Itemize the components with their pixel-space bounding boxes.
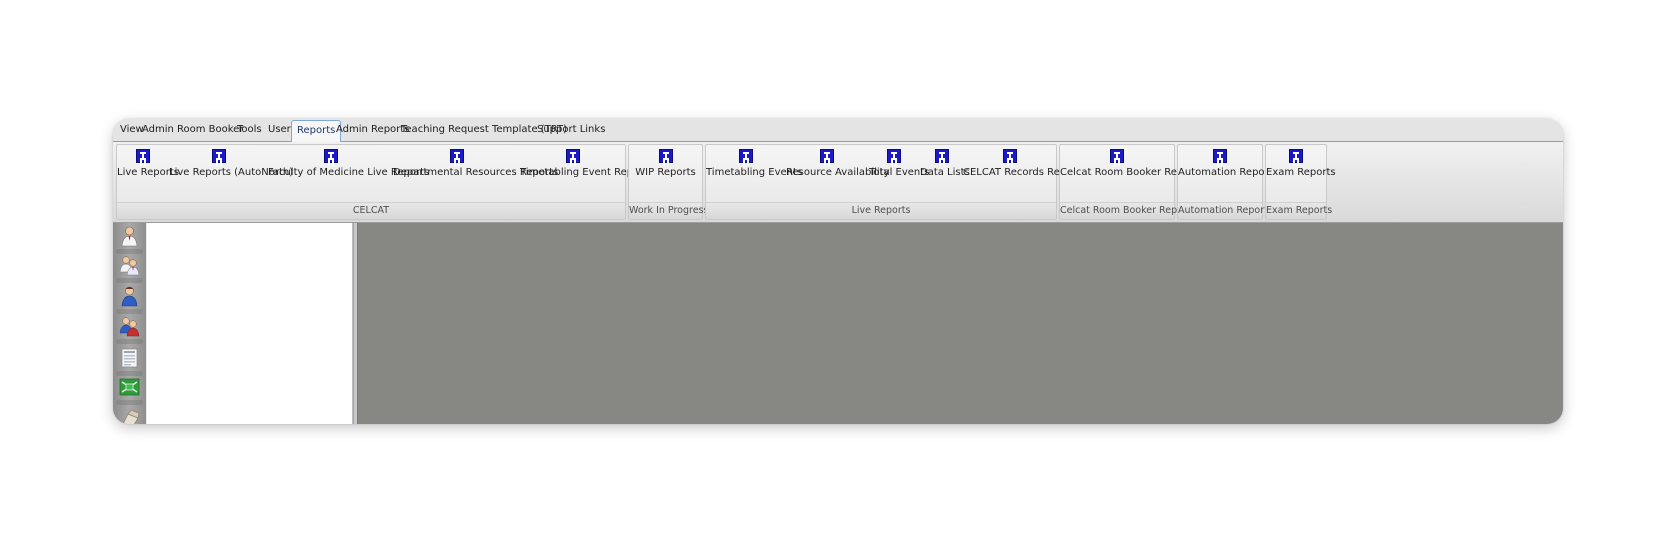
- navigation-tree-panel[interactable]: [147, 223, 353, 424]
- button-label: Exam Reports: [1266, 167, 1336, 178]
- ribbon: Live Reports Live Reports (AutoNorth) Fa…: [113, 142, 1563, 223]
- ribbon-group-label: Celcat Room Booker Reports: [1060, 202, 1196, 219]
- report-icon: [739, 149, 753, 163]
- student-group-icon[interactable]: [119, 315, 140, 337]
- staff-icon[interactable]: [119, 225, 140, 247]
- report-icon: [1003, 149, 1017, 163]
- ribbon-group-celcat: Live Reports Live Reports (AutoNorth) Fa…: [116, 144, 653, 220]
- report-icon: [1213, 149, 1227, 163]
- ribbon-tab-strip: View Admin Room Booker Tools User Report…: [113, 119, 1563, 143]
- tab-view[interactable]: View: [120, 119, 144, 141]
- ribbon-group-automation-reports: Automation Reports Automation Reports: [1177, 144, 1278, 220]
- student-icon[interactable]: [119, 285, 140, 307]
- button-label: Faculty of Medicine Live Reports: [268, 167, 430, 178]
- separator: [116, 400, 143, 405]
- timetabling-events-button[interactable]: Timetabling Events: [706, 145, 803, 199]
- button-label: Departmental Resources Reports: [393, 167, 559, 178]
- button-label: Resource Availability: [786, 167, 890, 178]
- tab-support-links[interactable]: Support Links: [537, 119, 605, 141]
- report-icon: [212, 149, 226, 163]
- separator: [116, 309, 143, 314]
- tab-admin-reports[interactable]: Admin Reports: [336, 119, 409, 141]
- report-icon: [324, 149, 338, 163]
- button-label: Data Lists: [920, 167, 970, 178]
- exam-reports-button[interactable]: Exam Reports: [1266, 145, 1336, 199]
- live-reports-autonorth-button[interactable]: Live Reports (AutoNorth): [169, 145, 294, 199]
- ribbon-group-label: Exam Reports: [1266, 202, 1332, 219]
- report-icon: [887, 149, 901, 163]
- ribbon-group-exam-reports: Exam Reports Exam Reports: [1265, 144, 1336, 220]
- rooms-icon[interactable]: [119, 376, 140, 398]
- celcat-room-booker-reports-button[interactable]: Celcat Room Booker Reports: [1060, 145, 1203, 199]
- ribbon-group-celcat-room-booker-reports: Celcat Room Booker Reports Celcat Room B…: [1059, 144, 1203, 220]
- tab-tools[interactable]: Tools: [237, 119, 262, 141]
- button-label: Timetabling Events: [706, 167, 803, 178]
- departmental-resources-reports-button[interactable]: Departmental Resources Reports: [393, 145, 559, 199]
- resource-availability-button[interactable]: Resource Availability: [786, 145, 890, 199]
- total-events-button[interactable]: Total Events: [869, 145, 930, 199]
- tab-admin[interactable]: Admin: [142, 119, 174, 141]
- report-icon: [566, 149, 580, 163]
- button-label: Timetabling Event Reports: [520, 167, 653, 178]
- report-icon: [136, 149, 150, 163]
- faculty-of-medicine-live-reports-button[interactable]: Faculty of Medicine Live Reports: [268, 145, 430, 199]
- report-icon: [935, 149, 949, 163]
- button-label: Live Reports (AutoNorth): [169, 167, 294, 178]
- button-label: WIP Reports: [635, 167, 696, 178]
- modules-icon[interactable]: [119, 347, 140, 369]
- wip-reports-button[interactable]: WIP Reports: [629, 145, 702, 199]
- report-icon: [820, 149, 834, 163]
- tab-user[interactable]: User: [268, 119, 291, 141]
- ribbon-group-label: CELCAT: [117, 202, 625, 219]
- celcat-records-reports-button[interactable]: CELCAT Records Reports: [963, 145, 1086, 199]
- report-icon: [659, 149, 673, 163]
- separator: [116, 278, 143, 283]
- ribbon-group-label: Live Reports: [706, 202, 1056, 219]
- ribbon-group-label: Work In Progress: [629, 202, 708, 219]
- application-window: View Admin Room Booker Tools User Report…: [113, 119, 1563, 424]
- report-icon: [1110, 149, 1124, 163]
- button-label: Live Reports: [117, 167, 179, 178]
- automation-reports-button[interactable]: Automation Reports: [1178, 145, 1278, 199]
- tab-room-booker[interactable]: Room Booker: [177, 119, 243, 141]
- report-icon: [1289, 149, 1303, 163]
- equipment-icon[interactable]: [119, 406, 140, 424]
- report-icon: [450, 149, 464, 163]
- separator: [116, 339, 143, 344]
- data-lists-button[interactable]: Data Lists: [920, 145, 970, 199]
- tab-reports[interactable]: Reports: [291, 120, 342, 143]
- live-reports-button[interactable]: Live Reports: [117, 145, 179, 199]
- staff-group-icon[interactable]: [119, 254, 140, 276]
- ribbon-group-work-in-progress: WIP Reports Work In Progress: [628, 144, 708, 220]
- button-label: Celcat Room Booker Reports: [1060, 167, 1203, 178]
- timetabling-event-reports-button[interactable]: Timetabling Event Reports: [520, 145, 653, 199]
- button-label: Total Events: [869, 167, 930, 178]
- navigation-icon-bar: [113, 223, 146, 424]
- workspace-area: [358, 223, 1563, 424]
- ribbon-group-live-reports: Timetabling Events Resource Availability…: [705, 144, 1086, 220]
- ribbon-group-label: Automation Reports: [1178, 202, 1273, 219]
- button-label: CELCAT Records Reports: [963, 167, 1086, 178]
- button-label: Automation Reports: [1178, 167, 1278, 178]
